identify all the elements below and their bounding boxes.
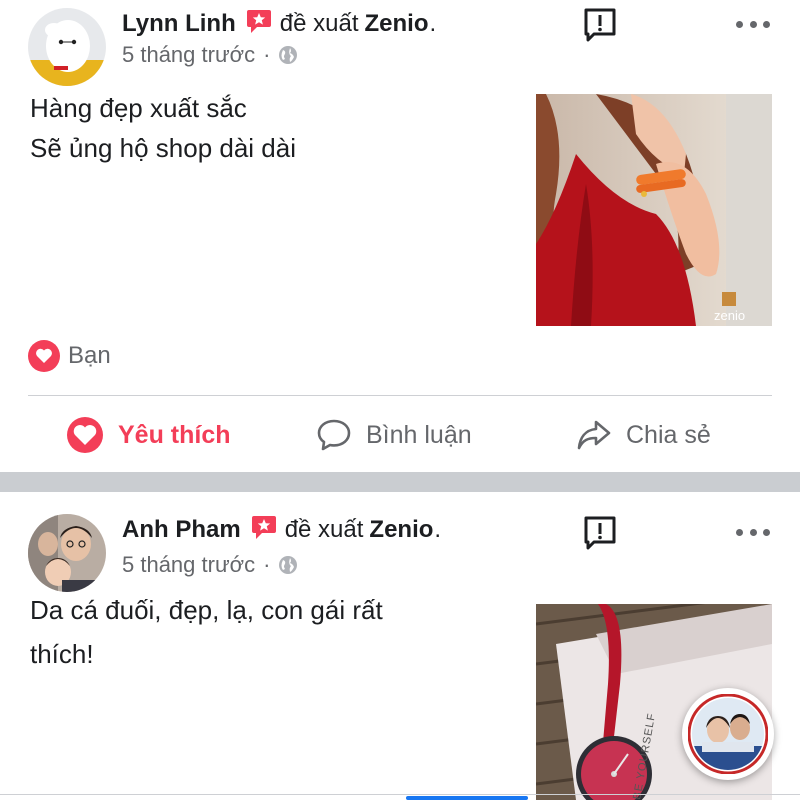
heart-icon [67,417,103,453]
like-label: Yêu thích [118,420,231,449]
comment-label: Bình luận [366,420,472,449]
share-icon [577,420,611,450]
tab-indicator [406,796,528,800]
avatar[interactable] [28,8,106,86]
recommends-text: đề xuất [279,10,359,37]
report-exclamation-icon[interactable] [582,515,618,551]
reaction-label: Bạn [68,342,111,369]
comment-button[interactable]: Bình luận [316,410,472,460]
post-time[interactable]: 5 tháng trước [122,42,255,68]
reaction-summary[interactable]: Bạn [28,340,111,372]
post-header-line: Lynn Linh đề xuất Zenio. [122,8,436,40]
chat-head-avatar [688,694,768,774]
divider [28,395,772,396]
dot [736,20,743,28]
more-dots-icon[interactable] [736,14,770,34]
recommend-star-icon [251,514,277,540]
post-time[interactable]: 5 tháng trước [122,552,255,578]
post-meta: 5 tháng trước · [122,552,298,578]
post-card-1: Lynn Linh đề xuất Zenio. 5 tháng trước ·… [0,0,800,472]
post-text: Da cá đuối, đẹp, lạ, con gái rất thích! [30,588,500,676]
avatar[interactable] [28,514,106,592]
post-meta: 5 tháng trước · [122,42,298,68]
post-text-line: Sẽ ủng hộ shop dài dài [30,133,296,163]
bottom-border [0,794,800,795]
dot [763,20,770,28]
globe-icon [279,556,298,574]
post-photo[interactable]: zenio [536,94,772,326]
post-header-line: Anh Pham đề xuất Zenio. [122,514,441,546]
report-exclamation-icon[interactable] [582,7,618,43]
author-name[interactable]: Lynn Linh [122,10,236,38]
post-card-2: Anh Pham đề xuất Zenio. 5 tháng trước · … [0,492,800,800]
meta-separator: · [263,552,271,577]
dot [763,528,770,536]
share-button[interactable]: Chia sẻ [576,410,711,460]
chat-head-bubble[interactable] [682,688,774,780]
photo-watermark: zenio [714,308,745,323]
post-text-line: Hàng đẹp xuất sắc [30,93,247,123]
globe-icon [279,46,298,64]
author-name[interactable]: Anh Pham [122,516,241,544]
dot [736,528,743,536]
feed-separator [0,472,800,492]
more-dots-icon[interactable] [736,522,770,542]
recommend-star-icon [246,8,272,34]
page-name[interactable]: Zenio [365,10,429,38]
post-text: Hàng đẹp xuất sắc Sẽ ủng hộ shop dài dài [30,88,500,168]
heart-icon [28,340,60,372]
page-name[interactable]: Zenio [369,516,433,544]
comment-icon [317,419,351,451]
recommends-text: đề xuất [284,516,364,543]
post-text-line: thích! [30,639,94,669]
dot [749,20,757,28]
like-button[interactable]: Yêu thích [66,410,231,460]
meta-separator: · [263,42,271,67]
dot [749,528,757,536]
post-actions: Yêu thích Bình luận Chia sẻ [0,410,800,460]
share-label: Chia sẻ [626,420,711,449]
trailing-dot: . [434,516,442,543]
post-text-line: Da cá đuối, đẹp, lạ, con gái rất [30,595,383,625]
trailing-dot: . [429,10,437,37]
